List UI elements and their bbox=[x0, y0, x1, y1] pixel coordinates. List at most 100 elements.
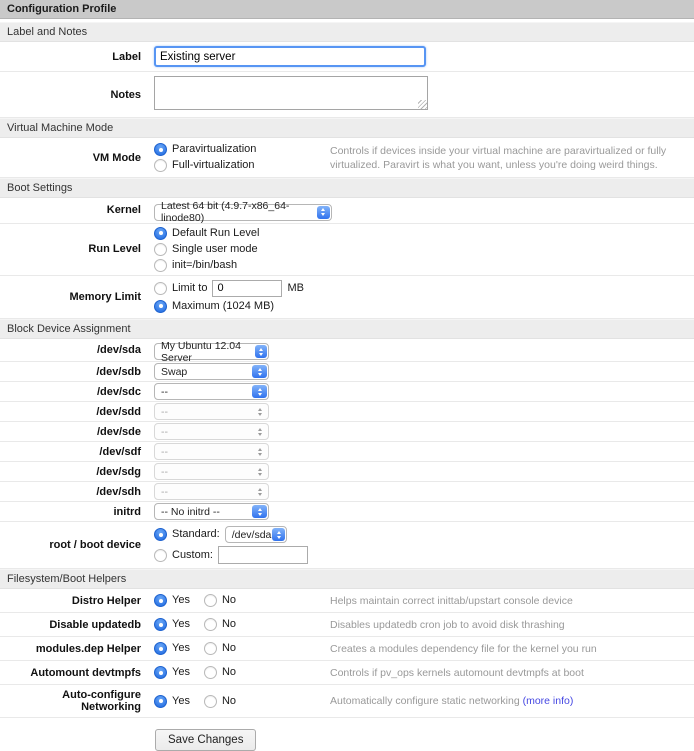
radio-single-user-mode[interactable]: Single user mode bbox=[154, 242, 694, 257]
radio-selected-icon bbox=[154, 594, 167, 607]
device-label: /dev/sdg bbox=[0, 466, 148, 478]
memory-limit-label: Memory Limit bbox=[0, 291, 148, 303]
option-label: No bbox=[222, 617, 236, 632]
device-row-sda: /dev/sda My Ubuntu 12.04 Server bbox=[0, 339, 694, 363]
vm-mode-row: VM Mode Paravirtualization Full-virtuali… bbox=[0, 138, 694, 178]
radio-yes[interactable]: Yes bbox=[154, 617, 190, 632]
radio-no[interactable]: No bbox=[204, 593, 236, 608]
memory-limit-input[interactable] bbox=[212, 280, 282, 297]
chevron-up-down-icon bbox=[317, 206, 331, 219]
radio-unselected-icon bbox=[154, 243, 167, 256]
radio-paravirtualization[interactable]: Paravirtualization bbox=[154, 142, 330, 157]
radio-custom-device[interactable]: Custom: bbox=[154, 548, 213, 563]
helper-help-text: Automatically configure static networkin… bbox=[330, 695, 520, 707]
more-info-link[interactable]: (more info) bbox=[523, 695, 574, 707]
helper-help: Helps maintain correct inittab/upstart c… bbox=[330, 594, 694, 608]
helper-label: Disable updatedb bbox=[0, 619, 148, 631]
option-label: Yes bbox=[172, 617, 190, 632]
helper-help: Automatically configure static networkin… bbox=[330, 694, 694, 708]
option-label: Standard: bbox=[172, 527, 220, 542]
device-select-sdf[interactable]: -- bbox=[154, 443, 269, 460]
device-row-sdg: /dev/sdg -- bbox=[0, 462, 694, 482]
radio-selected-icon bbox=[154, 618, 167, 631]
radio-unselected-icon bbox=[204, 618, 217, 631]
radio-maximum-memory[interactable]: Maximum (1024 MB) bbox=[154, 299, 274, 314]
radio-yes[interactable]: Yes bbox=[154, 593, 190, 608]
radio-selected-icon bbox=[154, 695, 167, 708]
save-button[interactable]: Save Changes bbox=[155, 729, 256, 751]
initrd-label: initrd bbox=[0, 506, 148, 518]
device-select-sdg[interactable]: -- bbox=[154, 463, 269, 480]
radio-unselected-icon bbox=[204, 594, 217, 607]
option-label: Maximum (1024 MB) bbox=[172, 299, 274, 314]
run-level-row: Run Level Default Run Level Single user … bbox=[0, 224, 694, 276]
radio-no[interactable]: No bbox=[204, 665, 236, 680]
radio-selected-icon bbox=[154, 227, 167, 240]
radio-standard-device[interactable]: Standard: bbox=[154, 527, 220, 542]
notes-field-label: Notes bbox=[0, 89, 148, 101]
helper-label: Auto-configure Networking bbox=[0, 689, 148, 713]
radio-no[interactable]: No bbox=[204, 617, 236, 632]
custom-device-input[interactable] bbox=[218, 546, 308, 564]
standard-device-select[interactable]: /dev/sda bbox=[225, 526, 287, 543]
device-label: /dev/sdd bbox=[0, 406, 148, 418]
radio-unselected-icon bbox=[154, 259, 167, 272]
helper-label: Distro Helper bbox=[0, 595, 148, 607]
select-value: /dev/sda bbox=[232, 529, 272, 541]
radio-yes[interactable]: Yes bbox=[154, 641, 190, 656]
chevron-up-down-icon bbox=[252, 485, 267, 498]
device-select-sdh[interactable]: -- bbox=[154, 483, 269, 500]
option-label: init=/bin/bash bbox=[172, 258, 237, 273]
radio-limit-to[interactable]: Limit to bbox=[154, 281, 207, 296]
notes-textarea[interactable] bbox=[154, 76, 428, 110]
radio-selected-icon bbox=[154, 528, 167, 541]
radio-yes[interactable]: Yes bbox=[154, 665, 190, 680]
select-value: -- bbox=[161, 486, 168, 498]
vm-mode-help: Controls if devices inside your virtual … bbox=[330, 144, 694, 172]
section-vm-mode: Virtual Machine Mode bbox=[0, 118, 694, 138]
helper-row-modules-dep: modules.dep Helper Yes No Creates a modu… bbox=[0, 637, 694, 661]
device-select-sda[interactable]: My Ubuntu 12.04 Server bbox=[154, 343, 269, 360]
chevron-up-down-icon bbox=[252, 425, 267, 438]
save-area: Save Changes bbox=[0, 718, 694, 751]
helper-label: Automount devtmpfs bbox=[0, 667, 148, 679]
helper-label: modules.dep Helper bbox=[0, 643, 148, 655]
option-label: No bbox=[222, 665, 236, 680]
root-boot-device-row: root / boot device Standard: /dev/sda Cu… bbox=[0, 522, 694, 569]
helper-row-updatedb: Disable updatedb Yes No Disables updated… bbox=[0, 613, 694, 637]
option-label: Custom: bbox=[172, 548, 213, 563]
radio-default-run-level[interactable]: Default Run Level bbox=[154, 226, 694, 241]
radio-selected-icon bbox=[154, 666, 167, 679]
radio-init-bin-bash[interactable]: init=/bin/bash bbox=[154, 258, 694, 273]
radio-yes[interactable]: Yes bbox=[154, 694, 190, 709]
radio-full-virtualization[interactable]: Full-virtualization bbox=[154, 158, 330, 173]
helper-help: Creates a modules dependency file for th… bbox=[330, 642, 694, 656]
kernel-select[interactable]: Latest 64 bit (4.9.7-x86_64-linode80) bbox=[154, 204, 332, 221]
section-label-and-notes: Label and Notes bbox=[0, 22, 694, 42]
device-row-sdc: /dev/sdc -- bbox=[0, 382, 694, 402]
device-select-sdd[interactable]: -- bbox=[154, 403, 269, 420]
option-label: Yes bbox=[172, 694, 190, 709]
root-boot-device-label: root / boot device bbox=[0, 539, 148, 551]
initrd-select[interactable]: -- No initrd -- bbox=[154, 503, 269, 520]
device-select-sdb[interactable]: Swap bbox=[154, 363, 269, 380]
device-label: /dev/sdf bbox=[0, 446, 148, 458]
radio-unselected-icon bbox=[204, 642, 217, 655]
label-input[interactable] bbox=[154, 46, 426, 67]
option-label: No bbox=[222, 641, 236, 656]
initrd-row: initrd -- No initrd -- bbox=[0, 502, 694, 522]
device-select-sdc[interactable]: -- bbox=[154, 383, 269, 400]
label-field-label: Label bbox=[0, 51, 148, 63]
radio-no[interactable]: No bbox=[204, 694, 236, 709]
select-value: -- bbox=[161, 446, 168, 458]
device-row-sdb: /dev/sdb Swap bbox=[0, 362, 694, 382]
device-select-sde[interactable]: -- bbox=[154, 423, 269, 440]
device-label: /dev/sdb bbox=[0, 366, 148, 378]
radio-no[interactable]: No bbox=[204, 641, 236, 656]
device-row-sdd: /dev/sdd -- bbox=[0, 402, 694, 422]
device-row-sdf: /dev/sdf -- bbox=[0, 442, 694, 462]
select-value: Swap bbox=[161, 366, 187, 378]
chevron-up-down-icon bbox=[252, 505, 267, 518]
vm-mode-label: VM Mode bbox=[0, 152, 148, 164]
chevron-up-down-icon bbox=[255, 345, 267, 358]
